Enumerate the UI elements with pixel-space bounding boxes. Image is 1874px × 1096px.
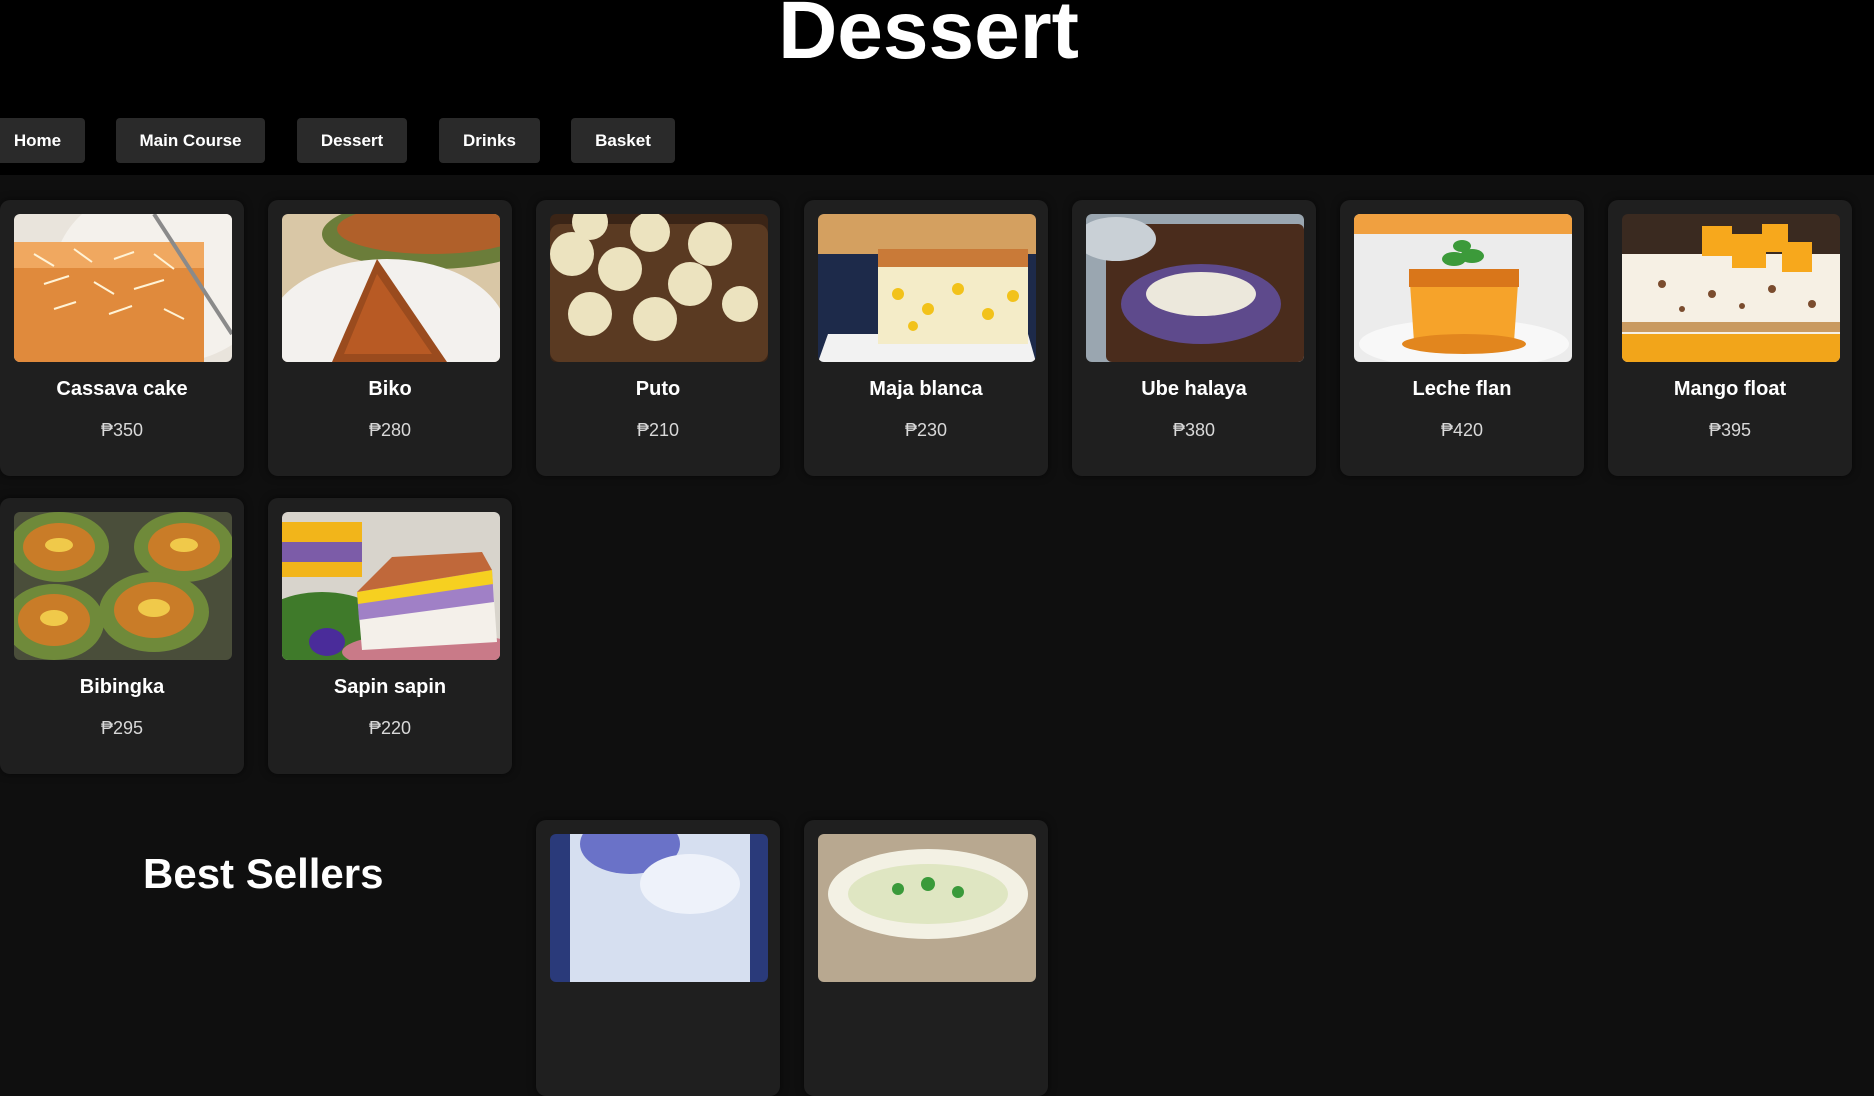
product-name: Maja blanca	[869, 378, 983, 400]
product-price: ₱210	[636, 420, 680, 440]
ube-halaya-image	[1086, 214, 1304, 362]
mango-float-image	[1622, 214, 1840, 362]
product-price: ₱420	[1440, 420, 1484, 440]
product-card-ube-halaya[interactable]: Ube halaya ₱380	[1072, 200, 1316, 476]
product-price: ₱380	[1172, 420, 1216, 440]
product-card-puto[interactable]: Puto ₱210	[536, 200, 780, 476]
leche-flan-image	[1354, 214, 1572, 362]
product-card-leche-flan[interactable]: Leche flan ₱420	[1340, 200, 1584, 476]
product-name: Puto	[635, 378, 681, 400]
nav-basket-button[interactable]: Basket	[571, 118, 675, 163]
best-seller-card[interactable]	[536, 820, 780, 1096]
product-card-mango-float[interactable]: Mango float ₱395	[1608, 200, 1852, 476]
product-card-cassava-cake[interactable]: Cassava cake ₱350	[0, 200, 244, 476]
product-name: Bibingka	[79, 676, 165, 698]
best-sellers-title: Best Sellers	[143, 850, 384, 897]
maja-blanca-image	[818, 214, 1036, 362]
product-name: Cassava cake	[56, 378, 188, 400]
nav-drinks-button[interactable]: Drinks	[439, 118, 540, 163]
product-card-biko[interactable]: Biko ₱280	[268, 200, 512, 476]
page-title: Dessert	[778, 0, 1079, 76]
buko-pandan-image	[818, 834, 1036, 982]
product-price: ₱220	[368, 718, 412, 738]
product-price: ₱350	[100, 420, 144, 440]
sapin-sapin-image	[282, 512, 500, 660]
product-price: ₱230	[904, 420, 948, 440]
bibingka-image	[14, 512, 232, 660]
nav-home-button[interactable]: Home	[0, 118, 85, 163]
product-name: Biko	[368, 378, 412, 400]
product-name: Mango float	[1673, 378, 1787, 400]
puto-image	[550, 214, 768, 362]
product-name: Sapin sapin	[333, 676, 447, 698]
biko-image	[282, 214, 500, 362]
product-price: ₱395	[1708, 420, 1752, 440]
product-card-bibingka[interactable]: Bibingka ₱295	[0, 498, 244, 774]
product-price: ₱295	[100, 718, 144, 738]
product-card-sapin-sapin[interactable]: Sapin sapin ₱220	[268, 498, 512, 774]
halo-halo-image	[550, 834, 768, 982]
cassava-cake-image	[14, 214, 232, 362]
page-header: Dessert Home Main Course Dessert Drinks …	[0, 0, 1874, 175]
product-price: ₱280	[368, 420, 412, 440]
product-card-maja-blanca[interactable]: Maja blanca ₱230	[804, 200, 1048, 476]
product-name: Leche flan	[1412, 378, 1512, 400]
best-seller-card[interactable]	[804, 820, 1048, 1096]
nav-dessert-button[interactable]: Dessert	[297, 118, 407, 163]
nav-main-course-button[interactable]: Main Course	[116, 118, 265, 163]
product-name: Ube halaya	[1141, 378, 1247, 400]
